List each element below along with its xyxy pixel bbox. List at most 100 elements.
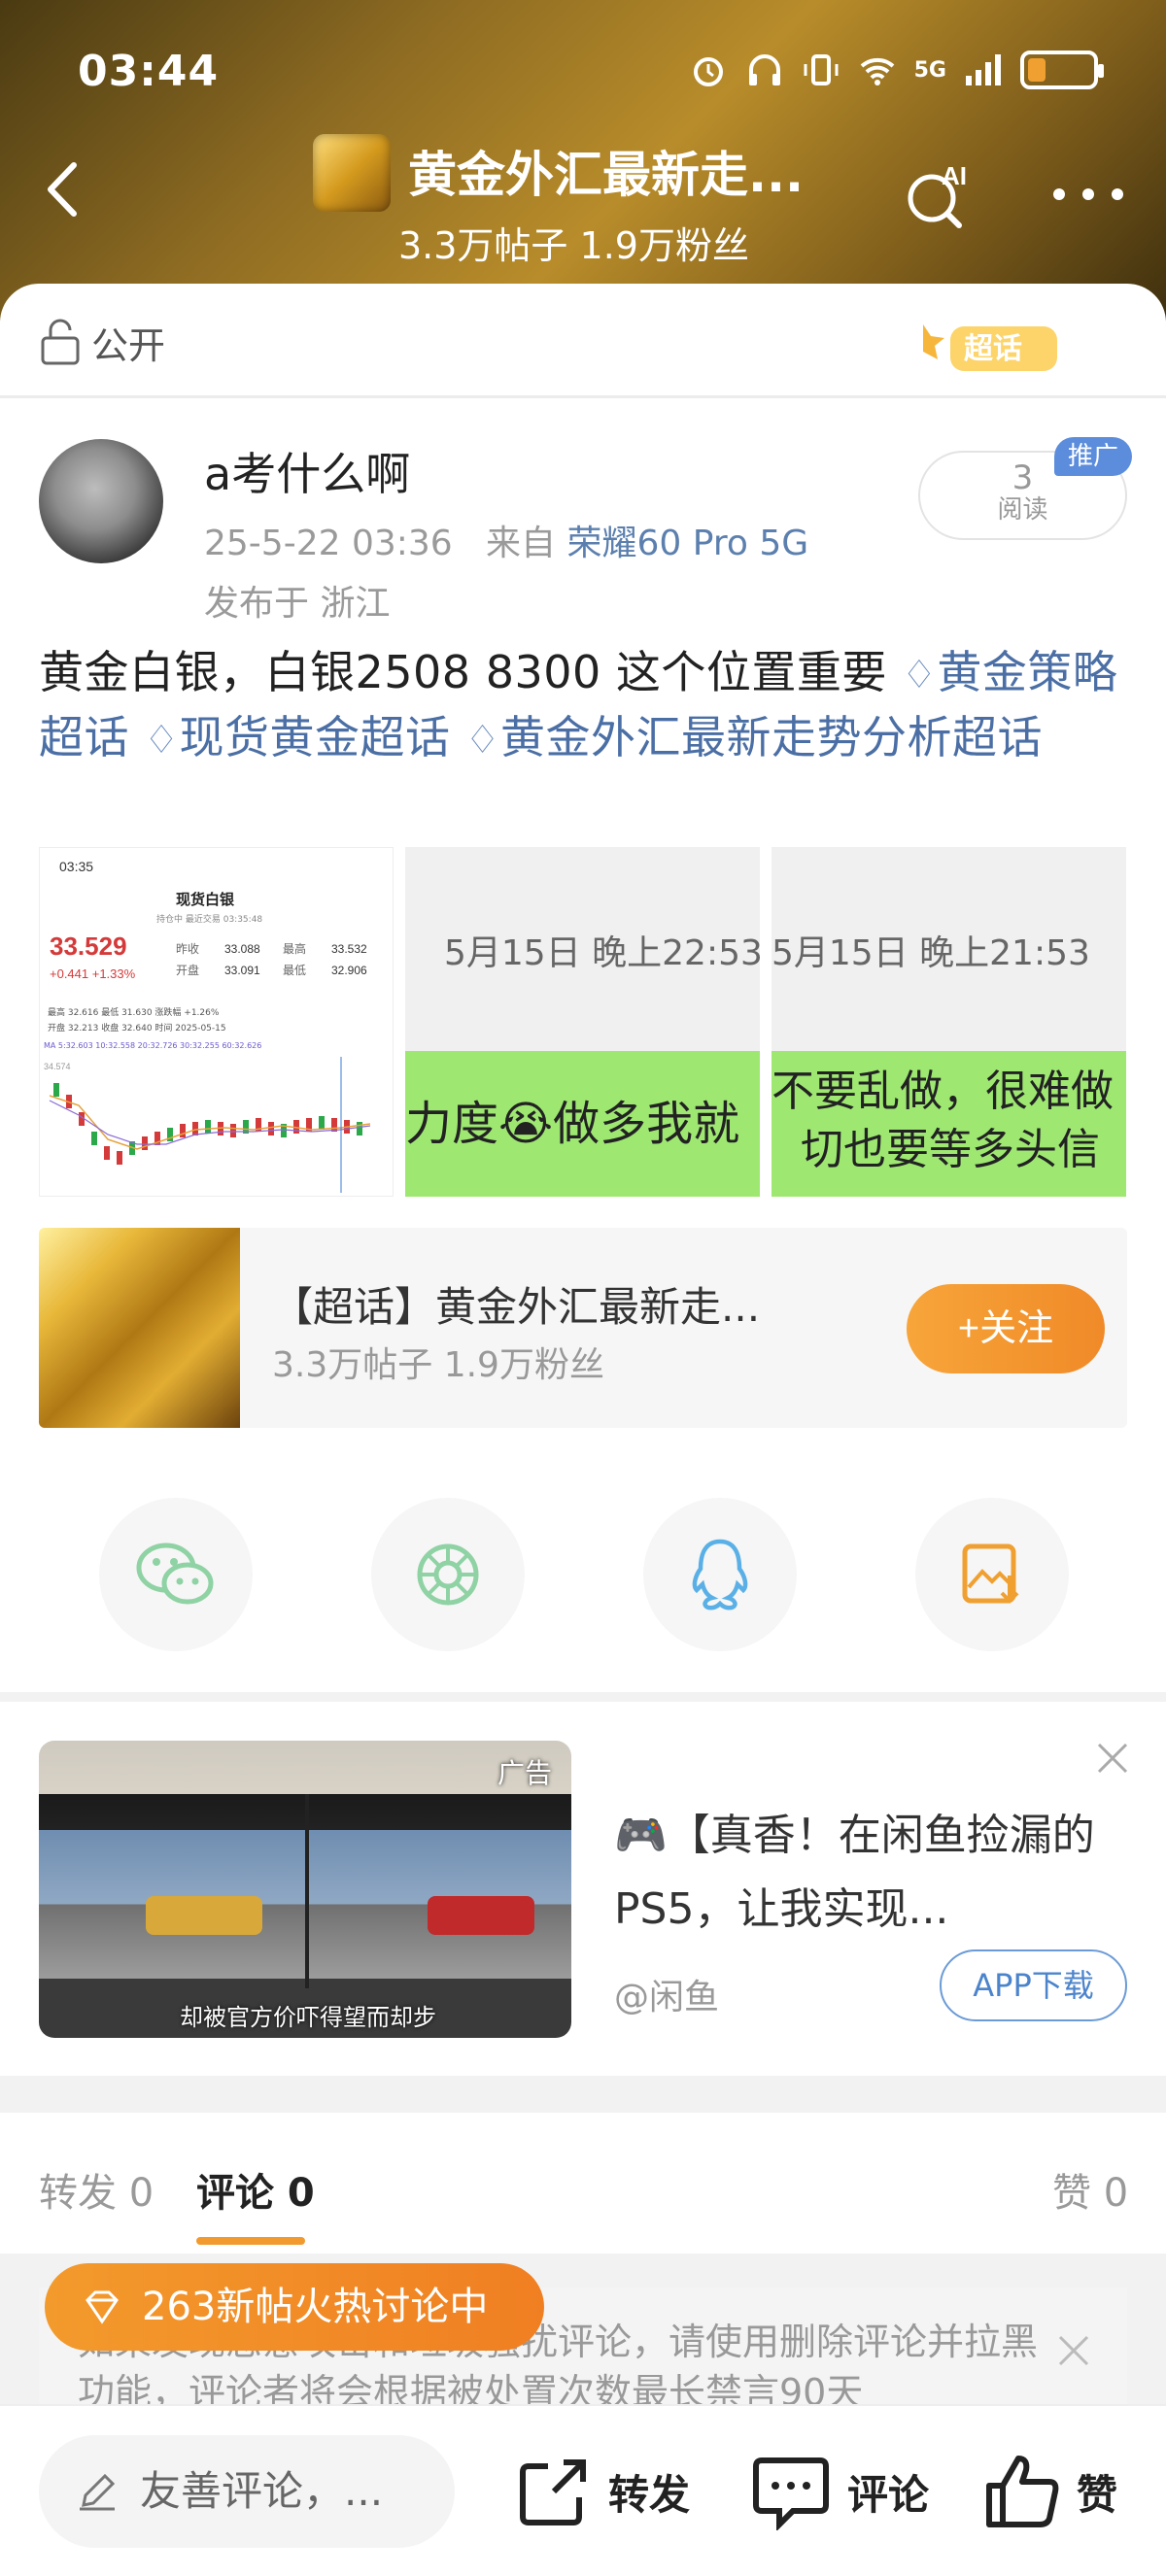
car-shape bbox=[146, 1896, 262, 1935]
candlestick bbox=[268, 1122, 274, 1135]
candlestick bbox=[230, 1124, 236, 1137]
repost-button[interactable]: 转发 bbox=[515, 2445, 690, 2538]
chat-text: 力度😭做多我就 bbox=[405, 1097, 740, 1151]
visibility-indicator: 公开 bbox=[39, 313, 165, 371]
hot-discussion-pill[interactable]: 263新帖火热讨论中 bbox=[45, 2263, 544, 2351]
share-qq-button[interactable] bbox=[643, 1498, 797, 1651]
svg-text:34.574: 34.574 bbox=[44, 1062, 71, 1071]
comment-placeholder: 友善评论，... bbox=[140, 2467, 384, 2515]
author-name[interactable]: a考什么啊 bbox=[204, 439, 410, 503]
read-label: 阅读 bbox=[997, 495, 1048, 525]
ad-label: 广告 bbox=[497, 1757, 552, 1789]
post-body: 黄金白银，白银2508 8300 这个位置重要 bbox=[39, 646, 887, 698]
like-label: 赞 bbox=[1077, 2470, 1118, 2519]
like-button[interactable]: 赞 bbox=[983, 2445, 1117, 2538]
topic-header: 03:44 5G 黄金外汇最新走... 3.3万帖子 1.9万粉丝 AI bbox=[0, 0, 1166, 321]
post-location: 发布于 浙江 bbox=[204, 584, 391, 624]
save-image-button[interactable] bbox=[915, 1498, 1069, 1651]
ai-label: AI bbox=[942, 161, 967, 190]
from-label: 来自 bbox=[486, 524, 557, 563]
svg-text:33.088: 33.088 bbox=[224, 942, 260, 956]
share-moments-button[interactable] bbox=[371, 1498, 525, 1651]
trading-screenshot: 03:35 现货白银 持仓中 最近交易 03:35:48 33.529 +0.4… bbox=[44, 859, 371, 1193]
svg-text:33.529: 33.529 bbox=[50, 932, 127, 961]
candlestick bbox=[104, 1146, 110, 1160]
candlestick bbox=[180, 1124, 186, 1137]
star-icon bbox=[923, 324, 944, 359]
svg-text:03:35: 03:35 bbox=[59, 859, 93, 874]
nav-bar: 黄金外汇最新走... 3.3万帖子 1.9万粉丝 AI bbox=[0, 126, 1166, 272]
diamond-icon bbox=[86, 2290, 119, 2324]
svg-text:33.091: 33.091 bbox=[224, 964, 260, 977]
post-device[interactable]: 荣耀60 Pro 5G bbox=[567, 524, 809, 563]
svg-text:最高: 最高 bbox=[283, 941, 306, 956]
moments-icon bbox=[417, 1543, 479, 1606]
status-time: 03:44 bbox=[78, 47, 220, 96]
candlestick bbox=[192, 1122, 198, 1135]
follow-button[interactable]: +关注 bbox=[907, 1284, 1105, 1373]
comment-input[interactable]: 友善评论，... bbox=[39, 2435, 455, 2548]
back-arrow-icon[interactable] bbox=[29, 155, 97, 223]
close-icon[interactable] bbox=[1054, 2331, 1093, 2370]
candlestick bbox=[142, 1136, 148, 1150]
vibrate-icon bbox=[804, 54, 839, 85]
hot-discussion-text: 263新帖火热讨论中 bbox=[142, 2285, 489, 2329]
post-image-chat-1[interactable]: 5月15日 晚上22:53 力度😭做多我就 bbox=[405, 847, 760, 1197]
share-wechat-button[interactable] bbox=[99, 1498, 253, 1651]
repost-label: 转发 bbox=[608, 2470, 691, 2519]
svg-text:30.717: 30.717 bbox=[44, 1182, 71, 1192]
avatar[interactable] bbox=[39, 439, 163, 563]
bottom-action-bar: 友善评论，... 转发 评论 赞 bbox=[0, 2404, 1166, 2576]
topic-card-name: 【超话】黄金外汇最新走... bbox=[272, 1283, 761, 1331]
ad-card[interactable]: 广告 却被官方价吓得望而却步 🎮【真香！在闲鱼捡漏的PS5，让我实现... @闲… bbox=[0, 1702, 1166, 2076]
repost-icon bbox=[520, 2459, 586, 2525]
more-options-icon[interactable] bbox=[1049, 185, 1127, 204]
close-icon[interactable] bbox=[1093, 1739, 1132, 1778]
signal-icon bbox=[966, 54, 1001, 85]
battery-icon bbox=[1020, 51, 1104, 89]
svg-text:现货白银: 现货白银 bbox=[176, 891, 235, 908]
topic-card-stats: 3.3万帖子 1.9万粉丝 bbox=[272, 1345, 604, 1385]
topic-thumbnail bbox=[39, 1228, 240, 1428]
ad-video-caption: 却被官方价吓得望而却步 bbox=[180, 2004, 436, 2031]
diamond-icon: ♢ bbox=[464, 718, 500, 763]
candlestick bbox=[91, 1132, 97, 1145]
post-image-chat-2[interactable]: 5月15日 晚上21:53 不要乱做，很难做 切也要等多头信 bbox=[772, 847, 1126, 1197]
comment-button[interactable]: 评论 bbox=[750, 2445, 929, 2538]
wechat-icon bbox=[136, 1542, 214, 1605]
candlestick bbox=[53, 1083, 59, 1097]
comment-icon bbox=[753, 2457, 829, 2530]
topic-logo[interactable] bbox=[313, 134, 391, 212]
topic-title[interactable]: 黄金外汇最新走... bbox=[408, 136, 804, 206]
visibility-label: 公开 bbox=[91, 323, 166, 367]
post-datetime: 25-5-22 03:36 bbox=[204, 524, 453, 563]
alarm-icon bbox=[693, 57, 723, 86]
post-images: 03:35 现货白银 持仓中 最近交易 03:35:48 33.529 +0.4… bbox=[39, 847, 1127, 1197]
divider bbox=[0, 395, 1166, 398]
topic-link[interactable]: ♢黄金外汇最新走势分析超话 bbox=[465, 711, 1043, 763]
ai-search-icon[interactable]: AI bbox=[899, 155, 977, 233]
chat-text: 切也要等多头信 bbox=[801, 1125, 1100, 1174]
supertopic-card[interactable]: 【超话】黄金外汇最新走... 3.3万帖子 1.9万粉丝 +关注 bbox=[39, 1228, 1127, 1428]
pencil-icon bbox=[80, 2473, 116, 2511]
tab-like[interactable]: 赞 0 bbox=[1052, 2161, 1128, 2218]
post-image-chart[interactable]: 03:35 现货白银 持仓中 最近交易 03:35:48 33.529 +0.4… bbox=[39, 847, 394, 1197]
supertopic-badge[interactable]: 超话 bbox=[913, 313, 1079, 381]
svg-text:+0.441 +1.33%: +0.441 +1.33% bbox=[50, 966, 136, 981]
headphones-icon bbox=[748, 54, 780, 85]
network-type: 5G bbox=[913, 57, 946, 83]
ad-video-thumbnail[interactable]: 广告 却被官方价吓得望而却步 bbox=[39, 1741, 571, 2038]
topic-link[interactable]: ♢现货黄金超话 bbox=[144, 711, 450, 763]
ad-title[interactable]: 🎮【真香！在闲鱼捡漏的PS5，让我实现... bbox=[614, 1799, 1100, 1947]
candlestick bbox=[319, 1116, 325, 1130]
app-download-button[interactable]: APP下载 bbox=[940, 1949, 1127, 2021]
tab-comment[interactable]: 评论 0 bbox=[196, 2161, 315, 2218]
post-card: 公开 超话 a考什么啊 25-5-22 03:36 来自 荣耀60 Pro 5G… bbox=[0, 284, 1166, 1692]
post-text: 黄金白银，白银2508 8300 这个位置重要 ♢黄金策略超话 ♢现货黄金超话 … bbox=[39, 641, 1137, 771]
tab-repost[interactable]: 转发 0 bbox=[39, 2161, 154, 2218]
chat-time: 5月15日 晚上21:53 bbox=[772, 933, 1090, 973]
supertopic-label: 超话 bbox=[964, 332, 1022, 366]
promo-tag: 推广 bbox=[1054, 437, 1132, 476]
comment-label: 评论 bbox=[847, 2470, 930, 2519]
thumbs-up-icon bbox=[986, 2456, 1059, 2527]
